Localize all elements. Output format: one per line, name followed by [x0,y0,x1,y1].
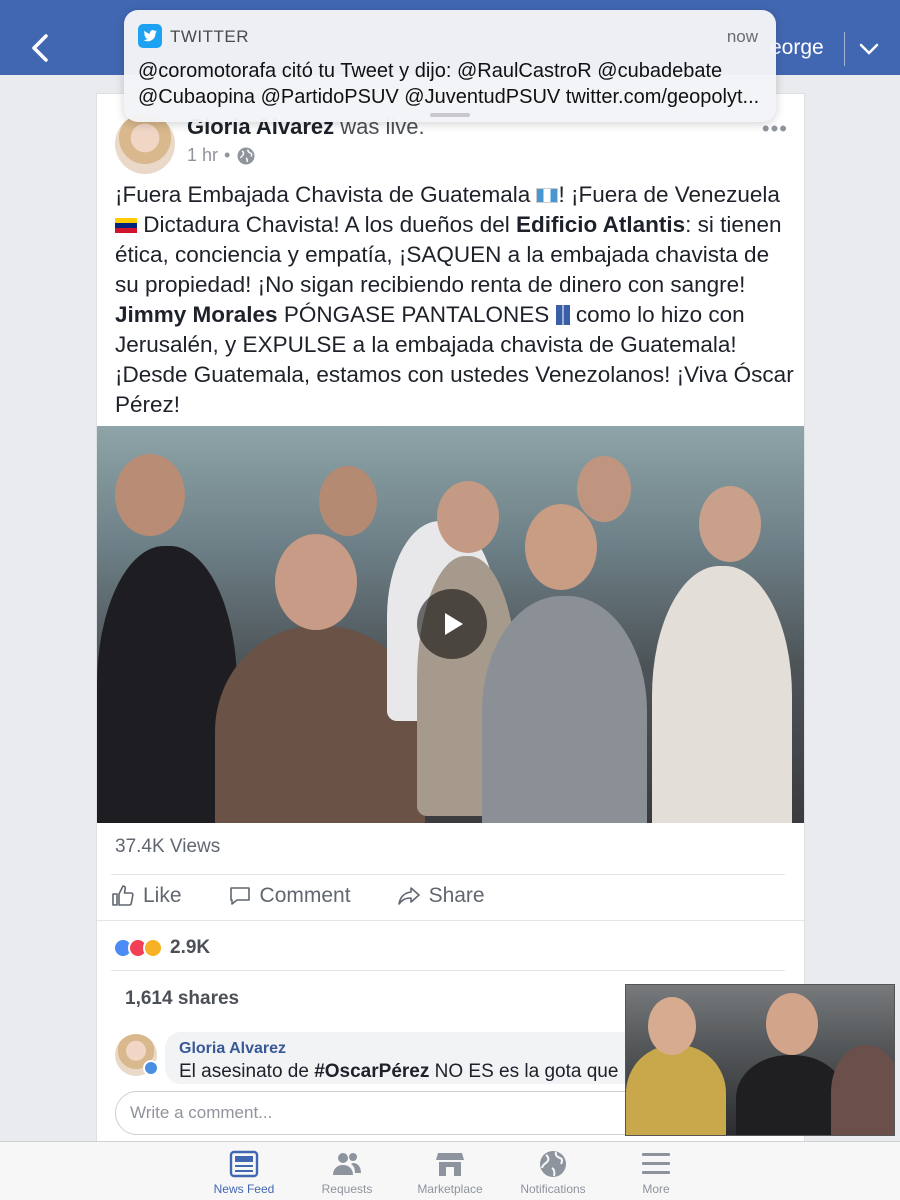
video-figure [831,1045,894,1135]
write-comment-input[interactable]: Write a comment... [115,1091,655,1135]
post-meta: 1 hr • [187,145,256,166]
notification-grabber[interactable] [430,113,470,117]
post-text-segment: Dictadura Chavista! A los dueños del [137,212,516,237]
profile-name[interactable]: eorge [770,36,824,60]
post-text-segment: PÓNGASE PANTALONES [277,302,556,327]
comment-label: Comment [259,884,351,907]
tab-label: More [642,1182,670,1196]
video-figure [275,534,357,630]
divider [111,874,785,875]
video-figure [319,466,377,536]
back-chevron-icon[interactable] [22,30,58,66]
meta-dot: • [224,145,231,165]
post-actions: Like Comment Share [111,884,485,908]
guatemala-flag-icon [536,188,559,203]
comment-text-segment: NO ES es la gota que re [429,1061,641,1082]
tab-label: Marketplace [417,1182,483,1196]
notification-line: @coromotorafa citó tu Tweet y dijo: @Rau… [138,60,723,82]
share-label: Share [428,884,485,907]
tab-more[interactable]: More [605,1142,708,1200]
haha-reaction-icon [143,938,163,958]
notification-body: @coromotorafa citó tu Tweet y dijo: @Rau… [138,58,762,110]
video-figure [699,486,761,562]
comment-bubble[interactable]: Gloria Alvarez El asesinato de #OscarPér… [165,1032,645,1084]
post-text: ¡Fuera Embajada Chavista de Guatemala ! … [115,180,795,420]
tab-notifications[interactable]: Notifications [502,1142,605,1200]
news-feed-icon [229,1150,259,1178]
comment-hashtag[interactable]: #OscarPérez [314,1061,429,1082]
globe-icon [540,1151,566,1177]
share-arrow-icon [397,887,420,905]
video-figure [626,1045,726,1135]
play-icon [445,613,463,635]
twitter-notification-banner[interactable]: TWITTER now @coromotorafa citó tu Tweet … [124,10,776,122]
tab-label: News Feed [213,1182,275,1196]
post-text-segment: ! ¡Fuera de Venezuela [558,182,780,207]
video-figure [648,997,696,1055]
live-video-player[interactable] [97,426,804,823]
chevron-down-icon[interactable] [856,36,882,62]
menu-icon [642,1153,670,1174]
video-figure [577,456,631,522]
divider [844,32,845,66]
jeans-emoji-icon [555,305,570,325]
view-count: 37.4K Views [115,836,221,857]
notification-line: @Cubaopina @PartidoPSUV @JuventudPSUV tw… [138,86,760,108]
tab-label: Requests [321,1182,373,1196]
friend-requests-icon [333,1153,361,1175]
share-button[interactable]: Share [397,884,485,908]
like-label: Like [143,884,182,907]
post-time[interactable]: 1 hr [187,145,218,166]
marketplace-icon [436,1153,464,1176]
divider [111,970,785,971]
post-text-segment: ¡Fuera Embajada Chavista de Guatemala [115,182,537,207]
notification-time: now [726,27,758,46]
comment-icon [229,887,250,905]
share-count[interactable]: 1,614 shares [125,988,239,1010]
venezuela-flag-icon [115,218,137,233]
reaction-count: 2.9K [170,937,211,958]
thumbs-up-icon [112,885,134,906]
verified-badge-icon [143,1060,159,1076]
video-figure [437,481,499,553]
divider [97,920,804,921]
play-button[interactable] [417,589,487,659]
post-text-bold: Jimmy Morales [115,302,278,327]
video-figure [766,993,818,1055]
reactions-summary[interactable]: 2.9K [113,937,210,959]
comment-author[interactable]: Gloria Alvarez [179,1040,631,1058]
tab-requests[interactable]: Requests [296,1142,399,1200]
comment-text: El asesinato de #OscarPérez NO ES es la … [179,1061,641,1083]
twitter-bird-icon [138,24,162,48]
floating-video-player[interactable] [625,984,895,1136]
tab-news-feed[interactable]: News Feed [193,1142,296,1200]
video-figure [482,596,647,823]
like-button[interactable]: Like [111,884,182,908]
tab-marketplace[interactable]: Marketplace [399,1142,502,1200]
author-avatar[interactable] [115,114,175,174]
video-figure [115,454,185,536]
post-text-bold: Edificio Atlantis [515,212,686,237]
comment-button[interactable]: Comment [228,884,351,908]
bottom-tab-bar: News Feed Requests Marketplace Notificat… [0,1141,900,1200]
comment-text-segment: El asesinato de [179,1061,315,1082]
video-figure [525,504,597,590]
video-figure [652,566,792,823]
tab-label: Notifications [520,1182,586,1196]
notification-app-name: TWITTER [170,27,250,46]
public-globe-icon [237,147,255,164]
video-figure [736,1055,846,1135]
